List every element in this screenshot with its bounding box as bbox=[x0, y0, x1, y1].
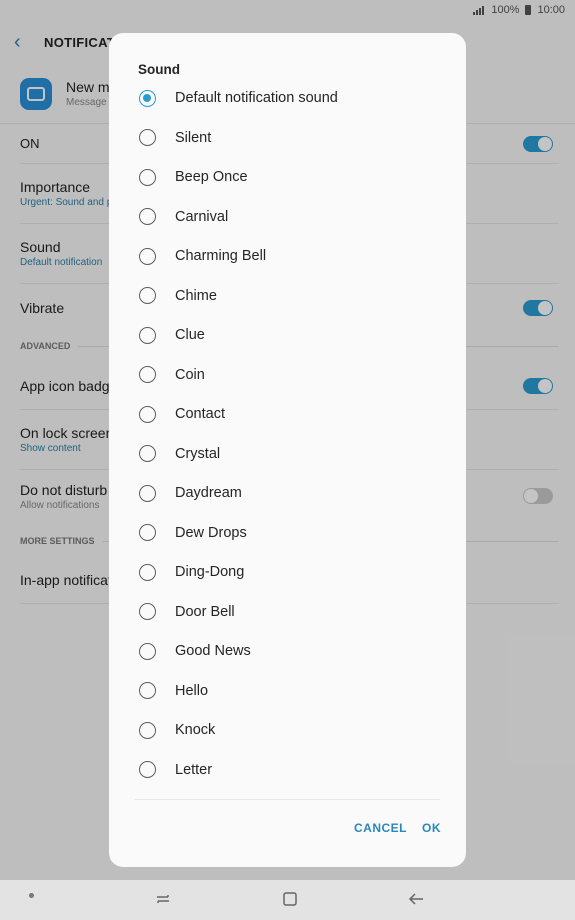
sound-option-label: Coin bbox=[175, 366, 205, 383]
sound-option[interactable]: Contact bbox=[109, 396, 466, 432]
radio-button[interactable] bbox=[139, 761, 156, 778]
sound-option[interactable]: Beep Once bbox=[109, 159, 466, 195]
sound-option-label: Good News bbox=[175, 643, 251, 659]
sound-option[interactable]: Knock bbox=[109, 712, 466, 748]
sound-option[interactable]: Crystal bbox=[109, 436, 466, 472]
sound-option[interactable]: Charming Bell bbox=[109, 238, 466, 274]
dot-icon[interactable] bbox=[29, 893, 34, 898]
sound-option-label: Contact bbox=[175, 406, 225, 422]
radio-button[interactable] bbox=[139, 682, 156, 699]
sound-option[interactable]: Coin bbox=[109, 357, 466, 393]
radio-button[interactable] bbox=[139, 484, 156, 502]
sound-option[interactable]: Dew Drops bbox=[109, 515, 466, 551]
recents-icon[interactable] bbox=[155, 891, 171, 907]
radio-button[interactable] bbox=[139, 366, 156, 383]
navigation-bar bbox=[0, 880, 575, 920]
sound-option-label: Crystal bbox=[175, 445, 221, 462]
cancel-button[interactable]: CANCEL bbox=[354, 821, 407, 835]
sound-option[interactable]: Good News bbox=[109, 633, 466, 669]
sound-option[interactable]: Carnival bbox=[109, 199, 466, 235]
radio-button[interactable] bbox=[139, 445, 156, 462]
sound-option-label: Carnival bbox=[175, 208, 229, 225]
radio-button[interactable] bbox=[139, 603, 156, 620]
sound-option-label: Beep Once bbox=[175, 169, 248, 185]
sound-option[interactable]: Hello bbox=[109, 673, 466, 709]
radio-button[interactable] bbox=[139, 247, 156, 265]
sound-option-label: Door Bell bbox=[175, 603, 235, 620]
radio-button[interactable] bbox=[139, 168, 156, 186]
sound-dialog: Sound Default notification sound Silent Be… bbox=[109, 33, 466, 867]
radio-button[interactable] bbox=[139, 89, 156, 107]
sound-option-label: Daydream bbox=[175, 485, 242, 501]
ok-button[interactable]: OK bbox=[422, 821, 441, 835]
radio-button[interactable] bbox=[139, 129, 156, 146]
sound-option-label: Dew Drops bbox=[175, 524, 247, 541]
radio-button[interactable] bbox=[139, 721, 156, 739]
radio-button[interactable] bbox=[139, 208, 156, 225]
radio-button[interactable] bbox=[139, 642, 156, 660]
sound-option[interactable]: Chime bbox=[109, 278, 466, 314]
sound-option[interactable]: Ding-Dong bbox=[109, 554, 466, 590]
sound-option[interactable]: Letter bbox=[109, 752, 466, 788]
dialog-title: Sound bbox=[138, 62, 180, 77]
sound-option[interactable]: Clue bbox=[109, 317, 466, 353]
dialog-divider bbox=[135, 799, 440, 800]
home-icon[interactable] bbox=[282, 891, 298, 907]
radio-button[interactable] bbox=[139, 563, 156, 581]
sound-option[interactable]: Daydream bbox=[109, 475, 466, 511]
sound-option-label: Hello bbox=[175, 682, 209, 699]
sound-option[interactable]: Door Bell bbox=[109, 594, 466, 630]
sound-option-label: Knock bbox=[175, 722, 216, 738]
sound-option-label: Letter bbox=[175, 761, 213, 778]
radio-button[interactable] bbox=[139, 326, 156, 344]
sound-option-label: Silent bbox=[175, 129, 212, 146]
sound-option-label: Ding-Dong bbox=[175, 564, 245, 580]
radio-button[interactable] bbox=[139, 287, 156, 304]
sound-option-label: Default notification sound bbox=[175, 90, 338, 106]
sound-option-label: Chime bbox=[175, 287, 217, 304]
radio-button[interactable] bbox=[139, 524, 156, 541]
sound-option[interactable]: Default notification sound bbox=[109, 80, 466, 116]
sound-option-label: Charming Bell bbox=[175, 248, 267, 264]
sound-option[interactable]: Silent bbox=[109, 120, 466, 156]
back-icon[interactable] bbox=[407, 891, 425, 907]
sound-option-label: Clue bbox=[175, 327, 205, 343]
radio-button[interactable] bbox=[139, 405, 156, 423]
